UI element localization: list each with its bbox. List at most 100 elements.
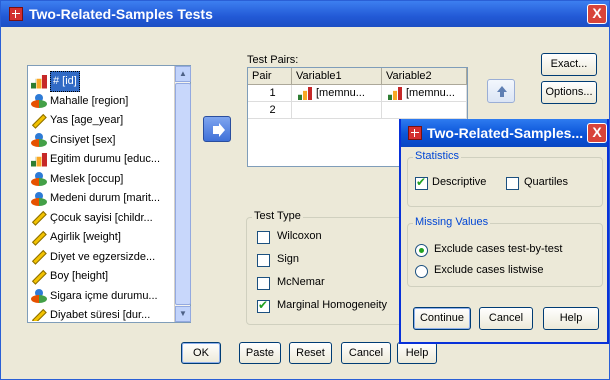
ok-button[interactable]: OK xyxy=(181,342,221,364)
quartiles-checkbox[interactable] xyxy=(506,177,519,190)
ruler-icon xyxy=(28,110,49,131)
source-variable-list[interactable]: # [id] Mahalle [region] Yas [age_year] Cins… xyxy=(27,65,191,323)
variable-list-item[interactable]: Boy [height] xyxy=(31,267,108,286)
dialog-app-icon xyxy=(9,7,23,21)
nominal-icon xyxy=(31,289,47,303)
paste-button[interactable]: Paste xyxy=(239,342,281,364)
nominal-icon xyxy=(31,94,47,108)
column-header-variable2: Variable2 xyxy=(382,68,467,85)
variable-list-item[interactable]: Agirlik [weight] xyxy=(31,228,121,247)
scale-icon xyxy=(298,87,312,100)
descriptive-checkbox[interactable] xyxy=(415,175,428,190)
exclude-test-by-test-radio[interactable] xyxy=(415,244,428,257)
test-type-label: Test Type xyxy=(252,210,303,222)
variable-list-item[interactable]: Sigara içme durumu... xyxy=(31,287,158,306)
variable-list-item[interactable]: Meslek [occup] xyxy=(31,170,123,189)
nominal-icon xyxy=(31,191,47,206)
help-button[interactable]: Help xyxy=(397,342,437,364)
variable-label: Çocuk sayisi [childr... xyxy=(50,211,153,224)
variable-list-item[interactable]: Diyet ve egzersizde... xyxy=(31,248,155,267)
scale-icon xyxy=(31,152,47,167)
options-cancel-button[interactable]: Cancel xyxy=(479,307,533,330)
column-header-variable1: Variable1 xyxy=(292,68,382,85)
ruler-icon xyxy=(28,266,49,287)
variable-list-item[interactable]: Çocuk sayisi [childr... xyxy=(31,209,153,228)
wilcoxon-checkbox[interactable] xyxy=(257,231,270,244)
scale-icon xyxy=(31,74,47,89)
variable-label: Yas [age_year] xyxy=(50,114,124,126)
options-dialog-title-bar[interactable]: Two-Related-Samples... X xyxy=(401,119,607,147)
variable-list-item[interactable]: Medeni durum [marit... xyxy=(31,189,160,208)
exclude-test-by-test-label: Exclude cases test-by-test xyxy=(434,243,563,255)
variable1-cell[interactable]: [memnu... xyxy=(292,85,382,102)
descriptive-label: Descriptive xyxy=(432,176,487,188)
cancel-button[interactable]: Cancel xyxy=(341,342,391,364)
variable-label: Egitim durumu [educ... xyxy=(50,153,161,165)
scale-icon xyxy=(388,87,402,100)
sign-checkbox[interactable] xyxy=(257,254,270,267)
title-bar[interactable]: Two-Related-Samples Tests X xyxy=(1,1,609,27)
variable2-value: [memnu... xyxy=(406,87,455,99)
exclude-listwise-label: Exclude cases listwise xyxy=(434,264,544,276)
variable-label: Sigara içme durumu... xyxy=(50,289,158,302)
wilcoxon-label: Wilcoxon xyxy=(277,230,322,242)
mcnemar-label: McNemar xyxy=(277,276,325,288)
exact-button[interactable]: Exact... xyxy=(541,53,597,76)
variable-label: Diyabet süresi [dur... xyxy=(50,309,151,321)
variable-list-item[interactable]: Cinsiyet [sex] xyxy=(31,131,115,150)
ruler-icon xyxy=(28,227,49,248)
options-dialog-close-button[interactable]: X xyxy=(587,123,607,143)
mcnemar-checkbox[interactable] xyxy=(257,277,270,290)
variable-list-item[interactable]: # [id] xyxy=(31,71,80,92)
list-scrollbar[interactable]: ▲ ▼ xyxy=(174,66,191,322)
variable-label: Cinsiyet [sex] xyxy=(50,133,116,146)
statistics-label: Statistics xyxy=(413,150,462,162)
variable1-cell[interactable] xyxy=(292,102,382,119)
scroll-up-arrow-icon[interactable]: ▲ xyxy=(175,66,191,82)
options-button[interactable]: Options... xyxy=(541,81,597,104)
continue-button[interactable]: Continue xyxy=(413,307,471,330)
marginal-homogeneity-checkbox[interactable] xyxy=(257,298,270,313)
options-dialog-title: Two-Related-Samples... xyxy=(427,125,584,141)
exclude-listwise-radio[interactable] xyxy=(415,265,428,278)
variable-label: Agirlik [weight] xyxy=(50,231,121,243)
window-title: Two-Related-Samples Tests xyxy=(29,6,213,22)
arrow-right-icon xyxy=(213,123,225,137)
variable-label: Boy [height] xyxy=(50,270,109,282)
test-pairs-label: Test Pairs: xyxy=(247,54,299,66)
variable-list-item[interactable]: Egitim durumu [educ... xyxy=(31,150,160,169)
ruler-icon xyxy=(28,207,49,228)
variable2-cell[interactable] xyxy=(382,102,467,119)
dialog-app-icon xyxy=(408,126,422,140)
pair-number-cell: 1 xyxy=(248,85,292,102)
ruler-icon xyxy=(28,305,49,321)
move-up-button[interactable] xyxy=(487,79,515,103)
column-header-pair: Pair xyxy=(248,68,292,85)
options-dialog: Two-Related-Samples... X Statistics Desc… xyxy=(399,119,609,344)
nominal-icon xyxy=(31,133,47,147)
missing-values-label: Missing Values xyxy=(413,216,491,228)
move-to-pairs-button[interactable] xyxy=(203,116,231,142)
ruler-icon xyxy=(28,246,49,267)
variable-label: Mahalle [region] xyxy=(50,94,129,107)
variable-label: Meslek [occup] xyxy=(50,172,124,185)
nominal-icon xyxy=(31,172,47,186)
variable-label: Diyet ve egzersizde... xyxy=(50,250,156,263)
reset-button[interactable]: Reset xyxy=(289,342,332,364)
variable2-cell[interactable]: [memnu... xyxy=(382,85,467,102)
scroll-thumb[interactable] xyxy=(175,83,191,305)
quartiles-label: Quartiles xyxy=(524,176,569,188)
window-close-button[interactable]: X xyxy=(587,4,607,24)
arrow-up-icon xyxy=(497,86,507,97)
missing-values-group xyxy=(407,223,603,287)
variable-label: Medeni durum [marit... xyxy=(50,192,161,204)
variable1-value: [memnu... xyxy=(316,87,365,99)
scroll-down-arrow-icon[interactable]: ▼ xyxy=(175,306,191,322)
variable-list-item[interactable]: Diyabet süresi [dur... xyxy=(31,306,150,321)
variable-list-items: # [id] Mahalle [region] Yas [age_year] Cins… xyxy=(28,67,174,321)
options-help-button[interactable]: Help xyxy=(543,307,599,330)
variable-list-item[interactable]: Mahalle [region] xyxy=(31,92,128,111)
sign-label: Sign xyxy=(277,253,300,265)
variable-label: # [id] xyxy=(50,71,80,92)
variable-list-item[interactable]: Yas [age_year] xyxy=(31,111,123,130)
